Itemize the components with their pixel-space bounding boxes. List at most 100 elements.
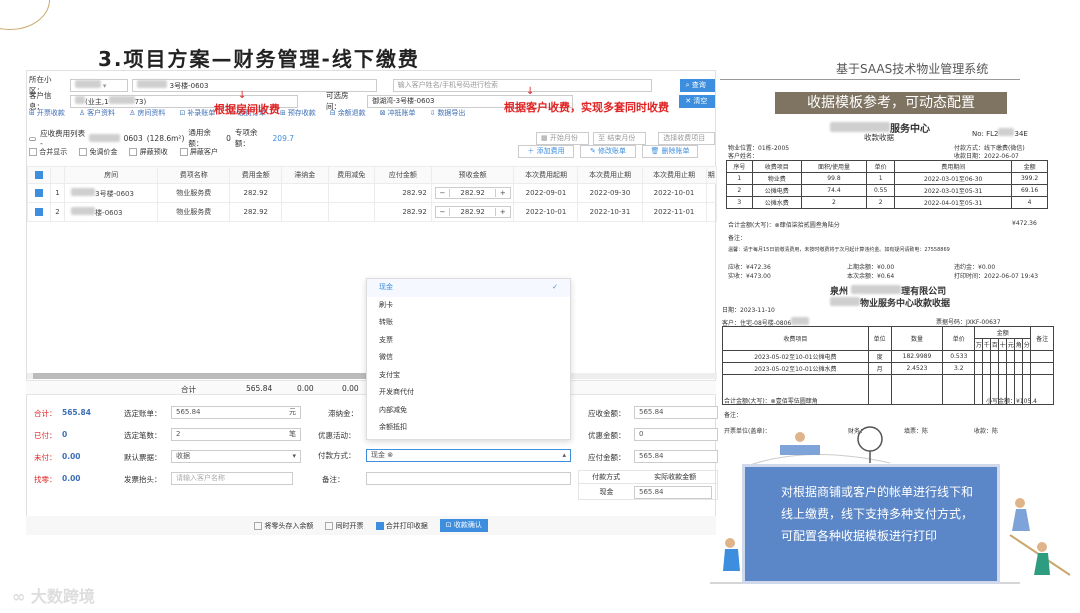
r2-row: 2023-05-02至10-01公摊电费度 182.9989 0.533 [722,350,1054,363]
opt-invoice[interactable]: 同时开票 [325,521,364,531]
r1-note: 备注： [728,235,747,242]
pm-method: 现金 [599,488,614,496]
r1-row: 3 公摊水费 2 2 2022-04-01至05-31 4 [726,196,1048,209]
option-check-3[interactable]: 屏蔽客户 [179,147,218,157]
change-value: 0.00 [62,474,81,483]
selected-bill-label: 选定账单： [124,409,162,418]
r1-penalty: 违约金：¥0.00 [954,264,996,271]
r1-print-time: 打印时间：2022-06-07 19:43 [954,273,1039,280]
col-header-3: 滞纳金 [281,166,329,184]
pay-option[interactable]: 刷卡 [367,297,570,315]
r2-cell: 2023-05-02至10-01公摊水费 [722,362,869,375]
note-room: 根据房间收费 [214,103,280,116]
row-prepay-stepper[interactable]: −282.92 + [430,183,515,203]
opt-save-change[interactable]: 将零头存入余额 [254,521,313,531]
toolbar-item-2[interactable]: ♙ 房间资料 [129,108,165,118]
clear-button[interactable]: ✕ 清空 [679,94,715,108]
pay-option[interactable]: 开发商代付 [367,384,570,402]
col-header-5: 应付金额 [374,166,432,184]
r1-tip: 温馨：请于每月15日前缴清费用，未按时缴费将于次月起计算违约金。如有疑问请致电：… [728,247,950,253]
toolbar-item-6[interactable]: ⊟ 余额退款 [330,108,366,118]
note-customer: 根据客户收费，实现多套同时收费 [504,101,669,114]
option-check-1[interactable]: 免调价金 [79,147,117,157]
invoice-title-input[interactable]: 请输入客户名称 [171,472,293,485]
r1-cell: 2 [800,196,868,209]
row-prepay-stepper[interactable]: −282.92 + [430,202,515,222]
r2-digit-head: 百 [990,338,1000,351]
r2-head: 单位 [867,326,892,351]
remark-input[interactable] [366,472,571,485]
table-row[interactable]: 2 楼-0603 物业服务费 282.92 282.92−282.92 +2022-10-… [27,202,718,222]
r2-cell: 度 [867,350,892,363]
r2-digit-head: 十 [998,338,1008,351]
r1-subtitle: 收款收据 [864,133,894,142]
logo-icon: ∞ [12,587,26,606]
arrow-down-icon: ↓ [238,90,247,101]
option-check-0[interactable]: 合并显示 [29,147,67,157]
toolbar-item-7[interactable]: ⊠ 冲抵账单 [380,108,416,118]
row-start: 2022-10-01 [513,202,579,222]
r1-head: 序号 [726,160,753,173]
r2-number: 票据号码：JXKF-00637 [936,319,1001,326]
r2-head: 数量 [890,326,944,351]
unpaid-label: 未付： [34,453,57,462]
r1-cell: 3 [726,196,753,209]
receivable-field: 565.84 [634,406,718,419]
opt-merge-print[interactable]: 合并打印收据 [375,521,428,531]
row-check[interactable] [27,202,51,222]
select-all-header[interactable] [27,166,51,184]
edit-bill-button[interactable]: ✎ 修改账单 [580,145,636,158]
toolbar-item-3[interactable]: ⊡ 补录账单 [179,108,215,118]
row-next: 2022-11-01 [641,202,707,222]
r1-row: 2 公摊电费 74.4 0.55 2022-03-01至05-31 69.16 [726,184,1048,197]
receipt-sample-2: 泉州 理有限公司 物业服务中心收款收据 日期：2023-11-10 客户：住宅-… [718,282,1058,442]
r2-digit-head: 分 [1022,338,1032,351]
late-fee-label: 滞纳金： [328,409,358,418]
table-row[interactable]: 1 3号楼-0603 物业服务费 282.92 282.92−282.92 +2022-0… [27,183,718,203]
col-header-1: 费项名称 [157,166,231,184]
pay-option[interactable]: 微信 [367,349,570,367]
pay-option[interactable]: 转账 [367,314,570,332]
fee-item-select[interactable]: 选择收费项目 [658,131,715,145]
pay-option[interactable]: 内部减免 [367,402,570,420]
toolbar-item-5[interactable]: ⊞ 预存收款 [280,108,316,118]
pay-option[interactable]: 支付宝 [367,367,570,385]
toolbar-icon: ⇩ [429,109,436,117]
r1-cell: 2022-03-01至06-30 [894,172,1013,185]
decor-arc [0,0,50,30]
r1-head: 金额 [1011,160,1048,173]
r1-cell: 1 [865,172,896,185]
r2-digit-head: 千 [982,338,992,351]
r2-head: 收费项目 [722,326,869,351]
pay-option[interactable]: 支票 [367,332,570,350]
discount-label: 优惠活动： [318,431,356,440]
toolbar-item-0[interactable]: ⊞ 开票收款 [29,108,65,118]
r2-cell: 3.2 [942,362,976,375]
confirm-payment-button[interactable]: ⊡ 收款确认 [439,519,488,532]
pm-header: 付款方式 [592,473,621,481]
r1-cell: 69.16 [1011,184,1048,197]
r1-head: 收费项目 [751,160,802,173]
row-no: 2 [49,202,66,222]
r1-number: No: FL2 34E [972,128,1028,138]
payment-method-select[interactable]: 现金 ⊗ ▴ [366,449,571,462]
list-area: (128.6m²) [146,133,185,143]
toolbar-item-8[interactable]: ⇩ 数据导出 [430,108,466,118]
payment-method-label: 付款方式： [318,450,358,461]
row-check[interactable] [27,183,51,203]
r2-digit-head: 元 [1006,338,1016,351]
pay-option[interactable]: 现金 ✓ [367,279,570,297]
r1-cell: 公摊水费 [751,196,802,209]
template-select[interactable]: 收据 ▾ [171,450,301,463]
start-month[interactable]: ▦ 开始月份 [536,131,590,145]
add-fee-button[interactable]: ＋ 添加费用 [518,145,574,158]
toolbar-item-1[interactable]: ♙ 客户资料 [79,108,115,118]
selected-count-field: 2笔 [171,428,301,441]
r2-row: 2023-05-02至10-01公摊水费月 2.4523 3.2 [722,362,1054,375]
pay-option[interactable]: 余额抵扣 [367,419,570,437]
option-check-2[interactable]: 屏蔽预收 [129,147,168,157]
end-month[interactable]: 至 结束月份 [593,131,647,145]
check-icon: ✓ [552,283,558,291]
delete-bill-button[interactable]: 🗑 删除账单 [642,145,698,158]
row-due: 282.92 [374,202,432,222]
